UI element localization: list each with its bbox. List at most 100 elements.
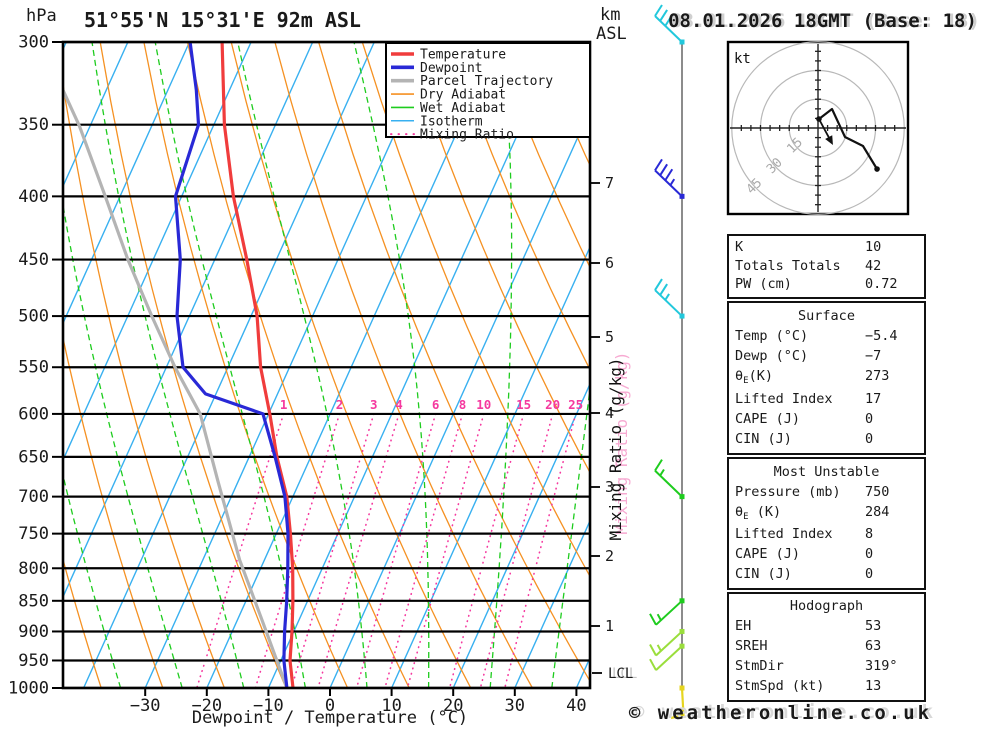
dewpoint-curve [173, 42, 290, 688]
wind-barb-stem [655, 600, 683, 626]
stats-table-header: Hodograph [789, 598, 864, 615]
mixing-ratio-lines: 1 2 3 4 6 8 10 15 20 25 [196, 397, 583, 688]
wind-barb-tick [654, 158, 663, 171]
pressure-tick-label: 950 [18, 651, 49, 671]
stat-row: Lifted Index 8 [729, 526, 924, 542]
stat-value: 13 [865, 678, 882, 695]
stats-table: K 10 Totals Totals 42 PW (cm) 0.72 [727, 234, 926, 299]
stat-label: EH [735, 618, 752, 635]
wind-barb-half-tick [656, 644, 662, 652]
wind-barb-tick [664, 168, 674, 181]
mixing-ratio-line [448, 413, 525, 688]
stat-row: PW (cm) 0.72 [729, 278, 924, 292]
mixing-ratio-value-label: 1 [280, 397, 288, 412]
stat-value: 319° [865, 658, 898, 675]
stat-value: −5.4 [865, 327, 898, 344]
stat-label: Temp (°C) [735, 327, 809, 344]
copyright: © weatheronline.co.uk [628, 702, 933, 724]
stat-label: CIN (J) [735, 430, 792, 447]
wind-barb [649, 643, 685, 671]
km-tick-label: 6 [605, 254, 614, 272]
stat-row: CIN (J) 0 [729, 430, 924, 447]
stat-row: Temp (°C) −5.4 [729, 327, 924, 344]
km-tick-label: 1 [605, 617, 614, 635]
wind-barb-tick [654, 278, 663, 291]
stats-table-header: Surface [798, 307, 855, 324]
stat-row: CIN (J) 0 [729, 566, 924, 582]
km-tick-label: 2 [605, 547, 614, 565]
mixing-ratio-value-label: 6 [432, 397, 440, 412]
mixing-ratio-line [479, 413, 554, 688]
stat-label: Lifted Index [735, 526, 833, 542]
mixing-ratio-line [290, 413, 375, 688]
stat-value: 750 [865, 483, 890, 500]
stat-row: CAPE (J) 0 [729, 410, 924, 427]
stat-label: Lifted Index [735, 390, 833, 407]
lcl-label: LCL [608, 666, 633, 682]
wind-barb-tick [659, 163, 668, 176]
stat-value: 42 [865, 257, 882, 274]
wind-barb-column [649, 4, 685, 720]
stat-value: 8 [865, 526, 874, 542]
pressure-tick-label: 750 [18, 524, 49, 544]
pressure-axis: 300 350 400 450 500 550 600 650 700 750 800 850 900 9… [8, 33, 63, 699]
wind-barb-dot [679, 685, 685, 691]
wind-barb-tick [649, 643, 657, 656]
km-tick-label: 7 [605, 174, 614, 192]
pressure-tick-label: 400 [18, 187, 49, 207]
wet-adiabat [154, 42, 307, 688]
stat-row: Pressure (mb) 750 [729, 483, 924, 500]
stat-row: CAPE (J) 0 [729, 546, 924, 562]
pressure-tick-label: 650 [18, 447, 49, 467]
stat-label: StmDir [735, 658, 784, 675]
wind-barb-half-tick [664, 293, 670, 301]
wind-barb-half-tick [669, 178, 676, 186]
stat-row: θE (K) 284 [729, 505, 924, 522]
wind-barb-tick [654, 459, 663, 472]
mixing-ratio-value-label: 3 [370, 397, 378, 412]
hodograph-unit-label: kt [734, 51, 751, 67]
km-tick-label: 5 [605, 328, 614, 346]
wet-adiabat [353, 42, 430, 688]
pressure-tick-label: 600 [18, 404, 49, 424]
wind-barb [649, 628, 685, 657]
pressure-tick-label: 300 [18, 33, 49, 53]
wind-barb-tick [649, 658, 657, 671]
wind-barb-tick [659, 283, 668, 296]
wind-barb-tick [649, 613, 657, 626]
wind-barb-stem [655, 630, 683, 657]
stat-row: Lifted Index 17 [729, 390, 924, 407]
pressure-tick-label: 800 [18, 559, 49, 579]
stat-label: CAPE (J) [735, 546, 801, 562]
wind-barb-dot [679, 598, 685, 604]
pressure-tick-label: 850 [18, 591, 49, 611]
stat-value: 17 [865, 390, 882, 407]
stat-label: CAPE (J) [735, 410, 801, 427]
mixing-ratio-value-label: 2 [336, 397, 344, 412]
stat-row: Dewp (°C) −7 [729, 347, 924, 364]
legend-label: Mixing Ratio [420, 128, 514, 143]
wind-barb [649, 598, 685, 626]
pressure-tick-label: 350 [18, 115, 49, 135]
wind-barb-dot [679, 39, 685, 45]
mixing-ratio-value-label: 10 [476, 397, 491, 412]
mixing-ratio-axis-label: Mixing Ratio (g/kg) [606, 357, 625, 540]
hodograph: 153045kt [726, 40, 910, 216]
stat-value: 0 [865, 566, 874, 582]
sounding-page: 1 2 3 4 6 8 10 15 20 25 300 350 400 450 500 550 600 650 70… [0, 0, 1000, 733]
stat-value: 0 [865, 410, 874, 427]
stat-label: Totals Totals [735, 257, 841, 274]
pressure-tick-label: 500 [18, 307, 49, 327]
stat-label: SREH [735, 638, 768, 655]
stat-label: θE(K) [735, 368, 773, 386]
stat-row: EH 53 [729, 620, 924, 634]
pressure-tick-label: 450 [18, 250, 49, 270]
pressure-tick-label: 550 [18, 358, 49, 378]
stat-label: PW (cm) [735, 276, 792, 293]
stat-value: 53 [865, 618, 882, 635]
mixing-ratio-value-label: 20 [545, 397, 560, 412]
stat-row: StmSpd (kt) 13 [729, 678, 924, 695]
stat-label: K [735, 239, 744, 256]
stat-label: Dewp (°C) [735, 347, 809, 364]
mixing-ratio-value-label: 25 [568, 397, 583, 412]
